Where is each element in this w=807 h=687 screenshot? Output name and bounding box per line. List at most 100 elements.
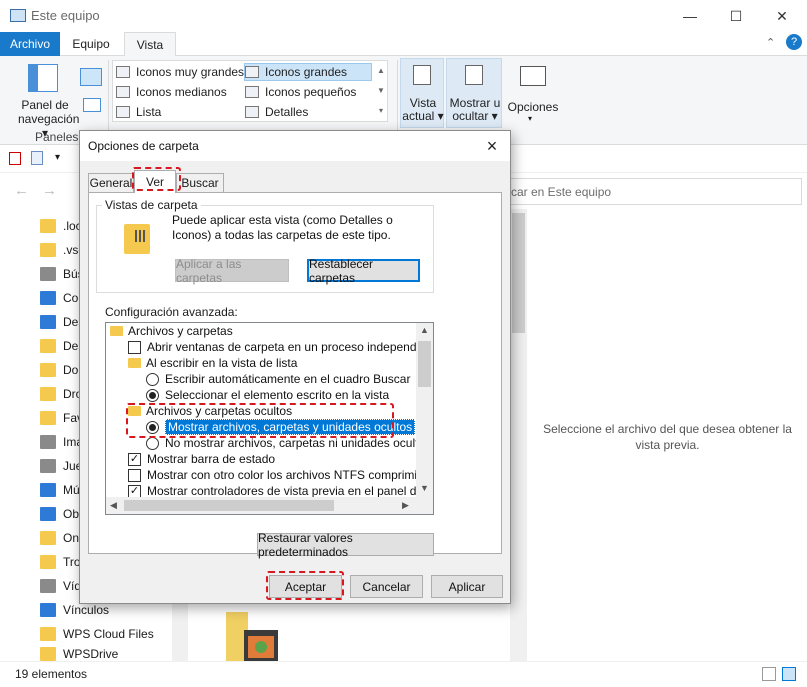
details-view-icon[interactable] [762, 667, 776, 681]
tab-vista[interactable]: Vista [124, 32, 176, 57]
folder-icon [40, 531, 56, 545]
nav-item[interactable]: Des [40, 335, 84, 357]
nav-item[interactable]: Des [40, 311, 84, 333]
medium-icons-icon [116, 86, 130, 98]
nav-item[interactable]: Ima [40, 431, 83, 453]
layout-label: Detalles [265, 105, 309, 119]
item-count: 19 elementos [15, 667, 88, 681]
nav-item[interactable]: Tro [40, 551, 81, 573]
tab-general[interactable]: General [88, 173, 134, 192]
tab-equipo[interactable]: Equipo [62, 32, 120, 56]
scroll-right-icon[interactable]: ▶ [402, 500, 409, 511]
close-icon[interactable]: × [480, 135, 504, 157]
large-icons-view-icon[interactable] [782, 667, 796, 681]
checkbox-checked[interactable]: ✓ [128, 452, 141, 466]
vista-actual-button[interactable]: Vista actual ▾ [400, 58, 444, 128]
nav-item-label: On [63, 531, 80, 545]
folder-icon [40, 243, 56, 257]
forward-arrow-icon[interactable]: → [42, 182, 57, 199]
minimize-button[interactable]: — [667, 0, 713, 32]
restore-defaults-button[interactable]: Restaurar valores predeterminados [257, 531, 434, 559]
checkbox[interactable] [128, 340, 141, 354]
scroll-left-icon[interactable]: ◀ [110, 500, 117, 511]
cancel-button[interactable]: Cancelar [350, 575, 423, 598]
tree-radio-row[interactable]: Seleccionar el elemento escrito en la vi… [146, 387, 389, 403]
nav-item[interactable]: Fav [40, 407, 83, 429]
maximize-button[interactable]: ☐ [713, 0, 759, 32]
details-pane-icon[interactable] [83, 98, 101, 112]
help-icon[interactable]: ? [786, 34, 802, 50]
nav-item[interactable]: .vsc [40, 239, 84, 261]
gallery-scroll[interactable]: ▲ ▼ ▾ [375, 61, 387, 121]
highlight-accept-button [266, 571, 344, 600]
nav-item[interactable]: Víd [40, 575, 81, 597]
tab-buscar[interactable]: Buscar [176, 173, 224, 192]
radio-button[interactable] [146, 372, 159, 386]
tree-horizontal-scrollbar[interactable]: ◀ ▶ [106, 497, 433, 514]
radio-button-checked[interactable] [146, 388, 159, 402]
computer-icon [10, 9, 26, 22]
reset-folders-button[interactable]: Restablecer carpetas [307, 257, 420, 285]
scroll-up-icon[interactable]: ▲ [420, 325, 429, 335]
properties-icon[interactable] [9, 152, 21, 165]
mostrar-ocultar-button[interactable]: Mostrar u ocultar ▾ [446, 58, 502, 128]
nav-item[interactable]: .loc [40, 215, 82, 237]
video-file-icon[interactable] [226, 612, 278, 662]
layout-iconos-grandes[interactable]: Iconos grandes [244, 63, 372, 81]
folder-icon [40, 363, 56, 377]
checkbox-checked[interactable]: ✓ [128, 484, 141, 498]
scroll-down-icon[interactable]: ▼ [420, 483, 429, 493]
tree-vertical-scrollbar[interactable]: ▲ ▼ [416, 323, 433, 497]
preview-pane-icon[interactable] [80, 68, 102, 86]
scrollbar-thumb[interactable] [124, 500, 334, 511]
collapse-ribbon-icon[interactable]: ⌃ [766, 36, 775, 49]
nav-item[interactable]: WPS Cloud Files [40, 623, 154, 645]
folder-icon [40, 387, 56, 401]
back-arrow-icon[interactable]: ← [14, 182, 29, 199]
video-icon [40, 579, 56, 593]
tree-checkbox-row[interactable]: Mostrar con otro color los archivos NTFS… [128, 467, 433, 483]
tree-checkbox-row[interactable]: Abrir ventanas de carpeta en un proceso … [128, 339, 433, 355]
nav-item[interactable]: Ob [40, 503, 79, 525]
nav-item[interactable]: Jue [40, 455, 82, 477]
checkbox[interactable] [128, 468, 141, 482]
layout-detalles[interactable]: Detalles [245, 103, 308, 121]
file-scrollbar[interactable] [510, 209, 527, 661]
nav-item[interactable]: Mú [40, 479, 80, 501]
nav-item[interactable]: Do [40, 359, 78, 381]
tree-radio-row[interactable]: Escribir automáticamente en el cuadro Bu… [146, 371, 410, 387]
nav-item-label: Tro [63, 555, 81, 569]
layout-iconos-pequenos[interactable]: Iconos pequeños [245, 83, 356, 101]
scrollbar-thumb[interactable] [512, 213, 525, 333]
search-placeholder: car en Este equipo [511, 185, 612, 199]
nav-item[interactable]: Bús [40, 263, 84, 285]
scrollbar-thumb[interactable] [418, 341, 431, 387]
large-icons-icon [245, 66, 259, 78]
apply-to-folders-button[interactable]: Aplicar a las carpetas [175, 257, 289, 285]
nav-item[interactable]: Co [40, 287, 78, 309]
layout-iconos-muy-grandes[interactable]: Iconos muy grandes [116, 63, 244, 81]
tree-folder: Al escribir en la vista de lista [128, 355, 297, 371]
nav-item[interactable]: Dro [40, 383, 82, 405]
tab-archivo[interactable]: Archivo [0, 32, 60, 56]
title-bar: Este equipo — ☐ ✕ [0, 0, 807, 32]
folder-icon [128, 358, 141, 368]
search-icon [40, 267, 56, 281]
new-folder-icon[interactable] [31, 151, 43, 165]
tree-label: Archivos y carpetas [128, 324, 233, 338]
nav-item[interactable]: WPSDrive [40, 647, 118, 661]
opciones-button[interactable]: Opciones ▾ [506, 58, 560, 128]
group-paneles-label: Paneles [35, 130, 79, 144]
folder-options-dialog: Opciones de carpeta × General Ver Buscar… [79, 130, 511, 604]
layout-iconos-medianos[interactable]: Iconos medianos [116, 83, 227, 101]
link-icon [40, 603, 56, 617]
radio-button[interactable] [146, 436, 159, 450]
search-input[interactable]: car en Este equipo [500, 178, 802, 205]
customize-toolbar-icon[interactable]: ▾ [55, 152, 60, 163]
tree-checkbox-row[interactable]: ✓ Mostrar barra de estado [128, 451, 275, 467]
layout-lista[interactable]: Lista [116, 103, 161, 121]
status-bar: 19 elementos [0, 661, 807, 687]
close-window-button[interactable]: ✕ [759, 0, 805, 32]
apply-button[interactable]: Aplicar [431, 575, 503, 598]
nav-item[interactable]: On [40, 527, 79, 549]
